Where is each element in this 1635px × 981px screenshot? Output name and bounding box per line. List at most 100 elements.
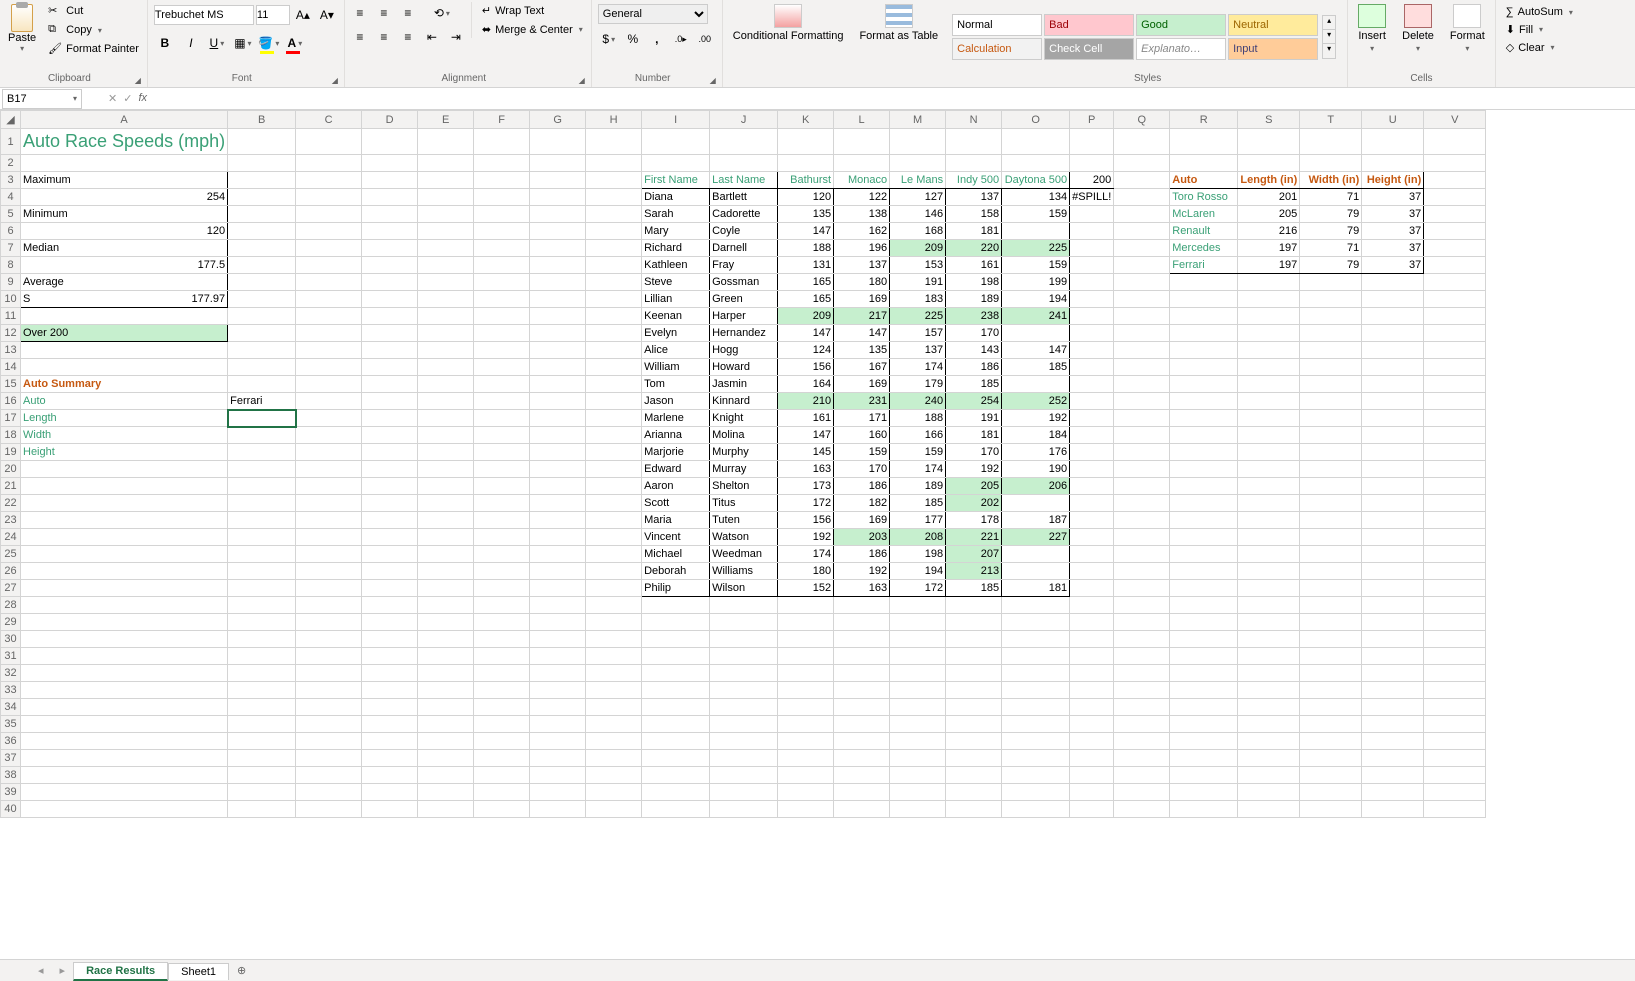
row-header-6[interactable]: 6 xyxy=(1,223,21,240)
row-header-13[interactable]: 13 xyxy=(1,342,21,359)
cell-A9[interactable]: Average xyxy=(21,274,228,291)
cell-G1[interactable] xyxy=(530,129,586,155)
cell-H7[interactable] xyxy=(586,240,642,257)
cell-T6[interactable]: 79 xyxy=(1300,223,1362,240)
cell-E33[interactable] xyxy=(418,682,474,699)
cell-B10[interactable] xyxy=(228,291,296,308)
cell-V2[interactable] xyxy=(1424,155,1486,172)
cell-J26[interactable]: Williams xyxy=(710,563,778,580)
cell-G30[interactable] xyxy=(530,631,586,648)
cell-E10[interactable] xyxy=(418,291,474,308)
cell-Q6[interactable] xyxy=(1114,223,1170,240)
increase-indent-icon[interactable]: ⇥ xyxy=(445,26,467,48)
cell-E5[interactable] xyxy=(418,206,474,223)
cell-C30[interactable] xyxy=(296,631,362,648)
cell-P2[interactable] xyxy=(1070,155,1114,172)
cell-O21[interactable]: 206 xyxy=(1002,478,1070,495)
cell-M30[interactable] xyxy=(890,631,946,648)
cell-A19[interactable]: Height xyxy=(21,444,228,461)
cell-M16[interactable]: 240 xyxy=(890,393,946,410)
cell-G23[interactable] xyxy=(530,512,586,529)
cell-F40[interactable] xyxy=(474,801,530,818)
cell-J13[interactable]: Hogg xyxy=(710,342,778,359)
style-bad[interactable]: Bad xyxy=(1044,14,1134,36)
cell-A31[interactable] xyxy=(21,648,228,665)
align-top-icon[interactable]: ≡ xyxy=(349,2,371,24)
cell-G40[interactable] xyxy=(530,801,586,818)
cell-A21[interactable] xyxy=(21,478,228,495)
cell-L27[interactable]: 163 xyxy=(834,580,890,597)
cell-I2[interactable] xyxy=(642,155,710,172)
cell-L38[interactable] xyxy=(834,767,890,784)
decrease-decimal-icon[interactable]: .00 xyxy=(694,28,716,50)
cell-I19[interactable]: Marjorie xyxy=(642,444,710,461)
cell-C9[interactable] xyxy=(296,274,362,291)
cell-B38[interactable] xyxy=(228,767,296,784)
cell-B21[interactable] xyxy=(228,478,296,495)
cell-J31[interactable] xyxy=(710,648,778,665)
cell-B37[interactable] xyxy=(228,750,296,767)
cell-Q8[interactable] xyxy=(1114,257,1170,274)
cell-K7[interactable]: 188 xyxy=(778,240,834,257)
cell-C37[interactable] xyxy=(296,750,362,767)
cell-G20[interactable] xyxy=(530,461,586,478)
cell-T29[interactable] xyxy=(1300,614,1362,631)
cell-A37[interactable] xyxy=(21,750,228,767)
cell-D16[interactable] xyxy=(362,393,418,410)
cell-L13[interactable]: 135 xyxy=(834,342,890,359)
cell-L20[interactable]: 170 xyxy=(834,461,890,478)
cell-H1[interactable] xyxy=(586,129,642,155)
cell-S21[interactable] xyxy=(1238,478,1300,495)
cell-M9[interactable]: 191 xyxy=(890,274,946,291)
cell-B39[interactable] xyxy=(228,784,296,801)
cell-T13[interactable] xyxy=(1300,342,1362,359)
cell-G17[interactable] xyxy=(530,410,586,427)
cell-S40[interactable] xyxy=(1238,801,1300,818)
cell-U34[interactable] xyxy=(1362,699,1424,716)
col-header-M[interactable]: M xyxy=(890,111,946,129)
cell-E2[interactable] xyxy=(418,155,474,172)
cell-E40[interactable] xyxy=(418,801,474,818)
cell-B29[interactable] xyxy=(228,614,296,631)
cell-F20[interactable] xyxy=(474,461,530,478)
cell-J40[interactable] xyxy=(710,801,778,818)
cell-I26[interactable]: Deborah xyxy=(642,563,710,580)
cell-I18[interactable]: Arianna xyxy=(642,427,710,444)
row-header-20[interactable]: 20 xyxy=(1,461,21,478)
row-header-2[interactable]: 2 xyxy=(1,155,21,172)
row-header-16[interactable]: 16 xyxy=(1,393,21,410)
cell-M33[interactable] xyxy=(890,682,946,699)
cell-O39[interactable] xyxy=(1002,784,1070,801)
cell-M39[interactable] xyxy=(890,784,946,801)
cell-N9[interactable]: 198 xyxy=(946,274,1002,291)
cell-H15[interactable] xyxy=(586,376,642,393)
cell-I37[interactable] xyxy=(642,750,710,767)
cell-H10[interactable] xyxy=(586,291,642,308)
col-header-F[interactable]: F xyxy=(474,111,530,129)
cell-D7[interactable] xyxy=(362,240,418,257)
cell-A15[interactable]: Auto Summary xyxy=(21,376,228,393)
cell-T18[interactable] xyxy=(1300,427,1362,444)
underline-button[interactable]: U xyxy=(206,32,228,54)
cell-I15[interactable]: Tom xyxy=(642,376,710,393)
cell-N31[interactable] xyxy=(946,648,1002,665)
cell-S19[interactable] xyxy=(1238,444,1300,461)
cell-T10[interactable] xyxy=(1300,291,1362,308)
cell-E28[interactable] xyxy=(418,597,474,614)
row-header-10[interactable]: 10 xyxy=(1,291,21,308)
sheet-tab-active[interactable]: Race Results xyxy=(73,962,168,981)
cell-L36[interactable] xyxy=(834,733,890,750)
cell-U33[interactable] xyxy=(1362,682,1424,699)
cell-I5[interactable]: Sarah xyxy=(642,206,710,223)
cell-P29[interactable] xyxy=(1070,614,1114,631)
cell-S12[interactable] xyxy=(1238,325,1300,342)
cell-O32[interactable] xyxy=(1002,665,1070,682)
cell-T35[interactable] xyxy=(1300,716,1362,733)
cell-K6[interactable]: 147 xyxy=(778,223,834,240)
cell-B15[interactable] xyxy=(228,376,296,393)
cell-U18[interactable] xyxy=(1362,427,1424,444)
cell-M26[interactable]: 194 xyxy=(890,563,946,580)
cell-T22[interactable] xyxy=(1300,495,1362,512)
cell-P35[interactable] xyxy=(1070,716,1114,733)
cell-K39[interactable] xyxy=(778,784,834,801)
